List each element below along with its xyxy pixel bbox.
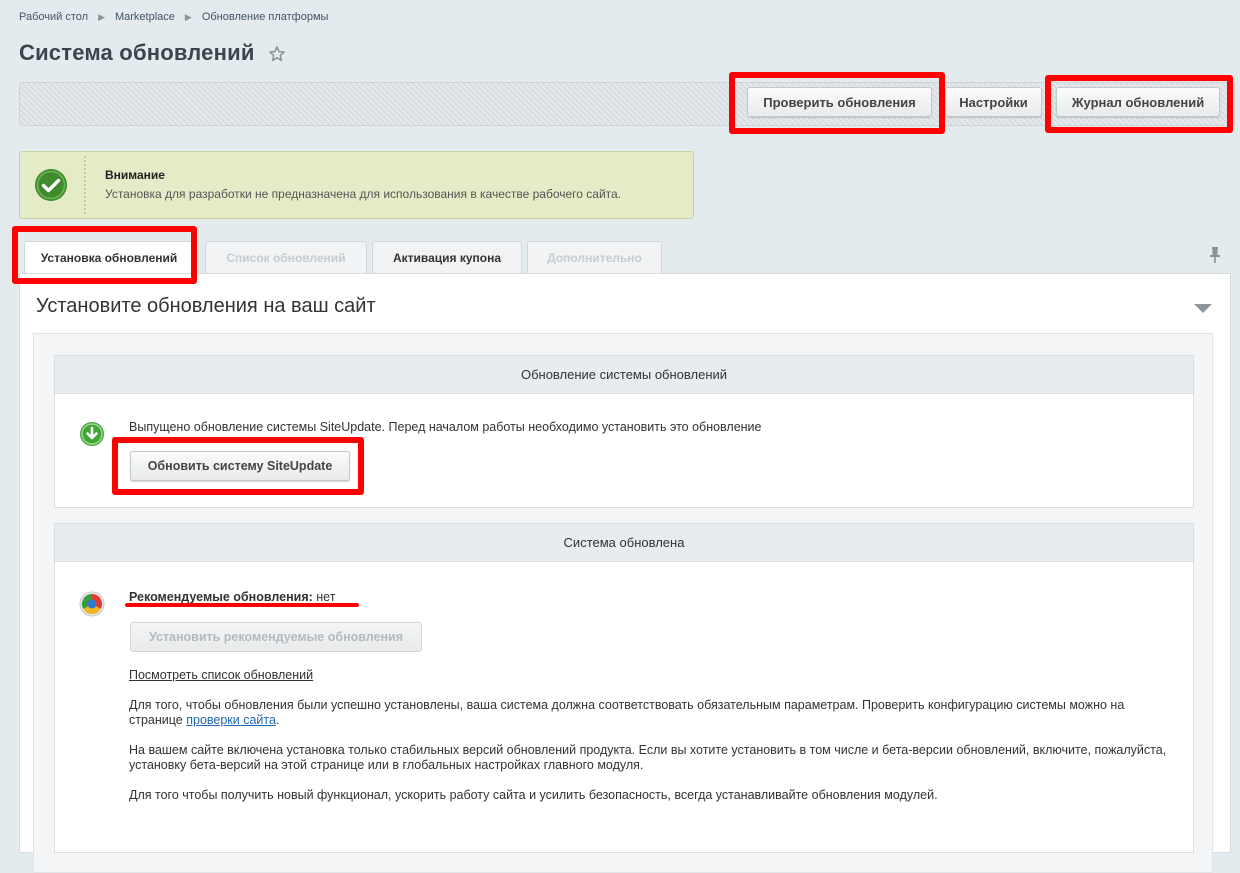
breadcrumb-item-platform-update[interactable]: Обновление платформы <box>202 11 329 23</box>
check-updates-button[interactable]: Проверить обновления <box>747 87 932 117</box>
section-header: Обновление системы обновлений <box>55 356 1193 394</box>
siteupdate-message: Выпущено обновление системы SiteUpdate. … <box>129 420 762 434</box>
warning-alert: Внимание Установка для разработки не пре… <box>19 151 694 219</box>
recommended-updates-value: нет <box>316 590 336 604</box>
collapse-triangle-icon[interactable] <box>1194 304 1212 314</box>
system-updated-section: Система обновлена Рекомендуемые обновлен… <box>54 523 1194 853</box>
panel-title: Установите обновления на ваш сайт <box>36 295 376 317</box>
alert-divider <box>84 156 86 214</box>
tab-additional[interactable]: Дополнительно <box>527 241 662 274</box>
security-info-text: Для того чтобы получить новый функционал… <box>129 788 938 802</box>
siteupdate-section: Обновление системы обновлений Выпущено о… <box>54 355 1194 508</box>
section-header: Система обновлена <box>55 524 1193 562</box>
beta-info-text: На вашем сайте включена установка только… <box>129 743 1167 772</box>
page-title: Система обновлений <box>19 40 255 65</box>
config-info-body: Для того, чтобы обновления были успешно … <box>129 698 1125 727</box>
breadcrumb-item-marketplace[interactable]: Marketplace <box>115 11 175 23</box>
tab-coupon-activation[interactable]: Активация купона <box>372 241 522 274</box>
tab-updates-list[interactable]: Список обновлений <box>205 241 367 274</box>
pin-icon[interactable] <box>1207 246 1223 264</box>
star-icon[interactable] <box>267 44 287 64</box>
highlight-underline <box>125 603 359 607</box>
settings-button[interactable]: Настройки <box>945 87 1042 117</box>
recommended-updates-icon <box>79 591 105 617</box>
config-info-text: Для того, чтобы обновления были успешно … <box>129 698 1125 727</box>
main-panel: Установите обновления на ваш сайт Обновл… <box>19 273 1231 873</box>
download-arrow-icon <box>80 422 104 446</box>
breadcrumb: Рабочий стол ▶ Marketplace ▶ Обновление … <box>19 11 328 23</box>
site-check-link[interactable]: проверки сайта <box>186 713 276 727</box>
alert-text: Установка для разработки не предназначен… <box>105 187 622 201</box>
updates-log-button[interactable]: Журнал обновлений <box>1056 87 1220 117</box>
install-recommended-button[interactable]: Установить рекомендуемые обновления <box>130 622 422 652</box>
recommended-updates-label: Рекомендуемые обновления: <box>129 590 313 604</box>
chevron-right-icon: ▶ <box>98 11 105 22</box>
alert-title: Внимание <box>105 168 165 182</box>
breadcrumb-item-desktop[interactable]: Рабочий стол <box>19 11 88 23</box>
check-circle-icon <box>35 169 67 201</box>
tab-install-updates[interactable]: Установка обновлений <box>24 241 194 274</box>
toolbar <box>19 82 1235 126</box>
view-updates-list-link[interactable]: Посмотреть список обновлений <box>129 668 313 683</box>
update-siteupdate-button[interactable]: Обновить систему SiteUpdate <box>130 451 350 481</box>
chevron-right-icon: ▶ <box>184 11 192 22</box>
